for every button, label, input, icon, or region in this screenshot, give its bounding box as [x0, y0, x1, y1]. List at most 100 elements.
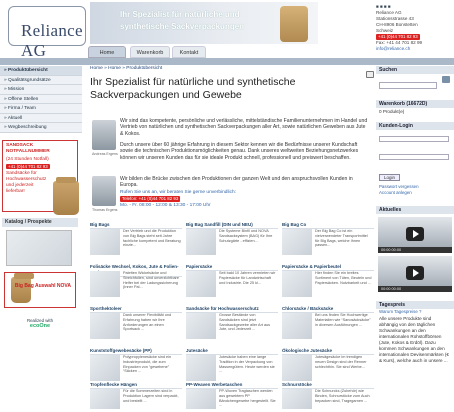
product-tile[interactable]: Big Bag Co Der Big Bag Co ist ein vielver… — [282, 222, 374, 264]
cart-title[interactable]: Warenkorb (16672D) — [376, 100, 454, 108]
product-title[interactable]: Schnurstöcke — [282, 382, 374, 389]
page: Reliance AG Ihr Spezialist für natürlich… — [0, 0, 454, 412]
play-icon[interactable] — [406, 266, 424, 280]
menu-item-products[interactable]: » Produktübersicht — [0, 66, 82, 76]
daily-price-title: Tagespreis — [376, 301, 454, 309]
video-controls[interactable]: 00:00 00:00 — [378, 286, 452, 292]
product-title[interactable]: Sporthektoleer — [90, 306, 182, 313]
product-image[interactable] — [90, 389, 120, 409]
product-title[interactable]: Sandsäcke für Hochwasserschutz — [186, 306, 278, 313]
intro-paragraph-3: Wir bilden die Brücke zwischen den Produ… — [120, 176, 353, 189]
product-title[interactable]: Big Bag Sandfill (DIN und NEU) — [186, 222, 278, 229]
tab-home[interactable]: Home — [88, 46, 126, 58]
video-player-2[interactable]: 00:00 00:00 — [378, 256, 452, 292]
product-tile[interactable]: Folisäcke Wechsel, Kokos, Jute & Folien-… — [90, 264, 182, 306]
product-tile[interactable]: Tropfenflecke Hängen Für die Sommerzeiten… — [90, 382, 182, 412]
search-input[interactable] — [379, 82, 437, 89]
cart-count: 0 Produkt(e) — [379, 109, 405, 114]
product-image[interactable] — [186, 389, 216, 409]
product-tile[interactable]: Big Bag Sandfill (DIN und NEU) Die System… — [186, 222, 278, 264]
menu-item-jobs[interactable]: » Offene Stellen — [0, 94, 82, 104]
video-player-1[interactable]: 00:00 00:00 — [378, 217, 452, 253]
hotline-phone[interactable]: +41 (0)44 701 82 93 — [6, 164, 50, 169]
product-image[interactable] — [186, 271, 216, 297]
login-password-field[interactable] — [379, 153, 449, 160]
intro-paragraph-2: Durch unsere über 60 jährige Erfahrung i… — [120, 142, 359, 161]
product-text: Hier finden Sie ein breites Sortiment vo… — [315, 271, 372, 285]
product-image[interactable] — [282, 355, 312, 381]
intro-paragraph-1: Wir sind das kompetente, persönliche und… — [120, 118, 368, 137]
product-title[interactable]: Jutesäcke — [186, 348, 278, 355]
product-text: Die Systeme Binfil und NOVA Sandsacksyst… — [219, 229, 273, 243]
person-caption-1: Andreas Ergens — [92, 152, 118, 156]
product-title[interactable]: Kunststoffgewebesäcke (PP) — [90, 348, 182, 355]
product-image[interactable] — [282, 389, 312, 409]
contact-phone[interactable]: Telefon: +41 (0)44 701 82 93 — [120, 196, 181, 203]
product-image[interactable] — [282, 313, 312, 339]
menu-item-quality[interactable]: » Qualitätsgrundsätze — [0, 75, 82, 85]
product-title[interactable]: Big Bags — [90, 222, 182, 229]
product-title[interactable]: PP-Weaven Werbetaschen — [186, 382, 278, 389]
eco-badge-logo: ecoOne — [29, 323, 51, 329]
menu-item-directions[interactable]: » Wegbeschreibung — [0, 123, 82, 133]
menu-item-news[interactable]: » Aktuell — [0, 113, 82, 123]
product-tile[interactable]: Sporthektoleer Dank unserer Flexibilität … — [90, 306, 182, 348]
person-caption-2: Thomas Ergens — [92, 208, 118, 212]
banner-line-1: Ihr Spezialist für natürliche und — [120, 10, 240, 19]
hotline-text: Sandsäcke für Hochwasserschutz und jeder… — [6, 171, 47, 194]
login-username-field[interactable] — [379, 135, 449, 142]
product-text: Seit bald 10 Jahren vermieten wir Papier… — [219, 271, 276, 285]
hotline-subtitle: (24 Stunden Notfall) — [6, 157, 49, 162]
catalog-image[interactable] — [6, 230, 72, 266]
menu-item-mission[interactable]: » Mission — [0, 85, 82, 95]
hotline-box[interactable]: SANDSACK NOTFALLNUMMER (24 Stunden Notfa… — [2, 140, 79, 215]
product-title[interactable]: Papiersäcke — [186, 264, 278, 271]
product-tile[interactable]: Papiersäcke Seit bald 10 Jahren vermieten… — [186, 264, 278, 306]
product-title[interactable]: Papiersäcke & Papierbeutel — [282, 264, 374, 271]
product-tile[interactable]: Chlorsäcke / Bäcksäcke Bei uns finden Sie… — [282, 306, 374, 348]
video-controls[interactable]: 00:00 00:00 — [378, 247, 452, 253]
tab-contact[interactable]: Kontakt — [172, 46, 206, 58]
product-image[interactable] — [90, 313, 120, 339]
product-image[interactable] — [282, 229, 312, 255]
breadcrumb[interactable]: Home » Home » Produktübersicht — [90, 66, 372, 71]
product-title[interactable]: Chlorsäcke / Bäcksäcke — [282, 306, 374, 313]
tab-cart[interactable]: Warenkorb — [130, 46, 170, 58]
product-text: Dank unserer Flexibilität und Erfahrung … — [123, 313, 172, 332]
search-button[interactable] — [442, 76, 450, 83]
bigbag-promo[interactable]: Big Bag Auswahl NOVA — [4, 272, 76, 308]
product-text: Grosse Bestände von Sandsäcken sind jetz… — [219, 313, 271, 332]
login-button[interactable]: Login — [379, 174, 401, 181]
product-tile[interactable]: Papiersäcke & Papierbeutel Hier finden Si… — [282, 264, 374, 306]
catalog-title: Katalog / Prospekte — [2, 218, 78, 227]
menu-item-team[interactable]: » Firma / Team — [0, 104, 82, 114]
search-title: Suchen — [376, 66, 454, 74]
product-image[interactable] — [282, 271, 312, 297]
play-icon[interactable] — [406, 227, 424, 241]
product-text: Jutesäcke haben eine lange Tradition in … — [219, 355, 275, 374]
product-text: Für die Sommerzeiten sind in Produktion … — [123, 389, 179, 403]
sandbag-image — [53, 177, 79, 215]
contact-hours: Mo. - Fr. 08:00 - 12:00 & 13:30 - 17:00 … — [120, 203, 211, 208]
product-tile[interactable]: Big Bags Der Vertrieb und die Produktion … — [90, 222, 182, 264]
product-image[interactable] — [90, 355, 120, 381]
sack-image — [280, 6, 308, 42]
product-tile[interactable]: Schnurstöcke Die Schnurcks (Zubehör) wie … — [282, 382, 374, 412]
login-title: Kunden-Login — [376, 122, 454, 130]
eco-badge[interactable]: Realized with ecoOne — [14, 318, 66, 332]
product-title[interactable]: Tropfenflecke Hängen — [90, 382, 182, 389]
product-title[interactable]: Ökologische Jutesäcke — [282, 348, 374, 355]
main-content: Home » Home » Produktübersicht Ihr Spezi… — [90, 66, 372, 102]
person-photo-1 — [92, 120, 116, 150]
product-title[interactable]: Big Bag Co — [282, 222, 374, 229]
hotline-title: SANDSACK NOTFALLNUMMER — [6, 143, 50, 154]
product-text: Polypropylenesäcke sind ein Industriepro… — [123, 355, 172, 374]
product-tile[interactable]: PP-Weaven Werbetaschen PP-Woven Tragtasch… — [186, 382, 278, 412]
product-image[interactable] — [90, 229, 120, 255]
logo[interactable]: Reliance AG — [8, 6, 86, 60]
product-image[interactable] — [186, 313, 216, 339]
product-tile[interactable]: Sandsäcke für Hochwasserschutz Grosse Bes… — [186, 306, 278, 348]
product-image[interactable] — [90, 271, 120, 297]
product-image[interactable] — [186, 355, 216, 381]
product-image[interactable] — [186, 229, 216, 255]
